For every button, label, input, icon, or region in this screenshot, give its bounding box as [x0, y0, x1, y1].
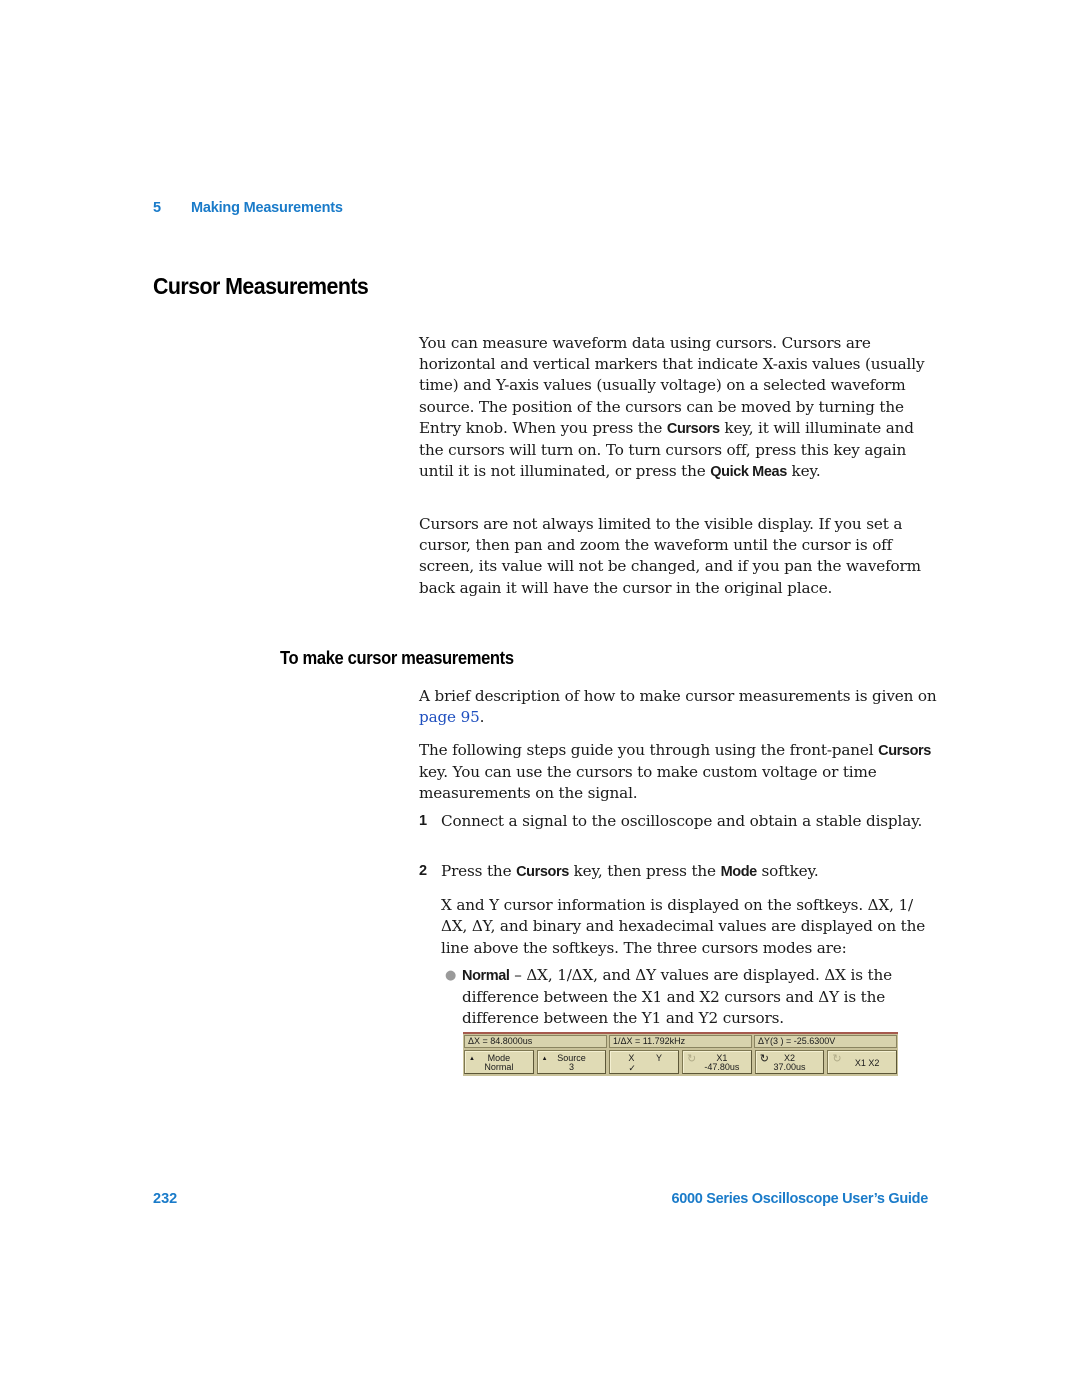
chapter-number: 5	[153, 200, 161, 216]
chapter-title: Making Measurements	[191, 200, 343, 216]
delta-y-readout: ΔY(3 ) = -25.6300V	[754, 1035, 897, 1048]
step-2: 2 Press the Cursors key, then press the …	[419, 861, 929, 959]
cursors-key-label: Cursors	[516, 864, 569, 880]
step-detail: X and Y cursor information is displayed …	[441, 896, 926, 957]
subsection-paragraph-1: A brief description of how to make curso…	[419, 687, 937, 727]
quick-meas-key-label: Quick Meas	[710, 464, 787, 481]
checkmark-icon: ✓	[628, 1063, 636, 1073]
section-title: Cursor Measurements	[153, 273, 369, 299]
scope-softkey-display: ΔX = 84.8000us 1/ΔX = 11.792kHz ΔY(3 ) =…	[463, 1032, 898, 1076]
step-number: 2	[419, 863, 427, 879]
cursor-readout-line: ΔX = 84.8000us 1/ΔX = 11.792kHz ΔY(3 ) =…	[464, 1035, 897, 1048]
y-option: Y	[656, 1053, 663, 1063]
subsection-paragraph-2: CursorsThe following steps guide you thr…	[419, 741, 931, 803]
bullet-label: Normal	[462, 968, 510, 984]
step-1: 1 Connect a signal to the oscilloscope a…	[419, 811, 929, 832]
mode-softkey-label: Mode	[720, 864, 758, 880]
delta-x-readout: ΔX = 84.8000us	[464, 1035, 607, 1048]
x1-x2-cursor-softkey[interactable]: ↻ X1 X2	[827, 1050, 898, 1074]
x1-cursor-softkey[interactable]: ↻ X1 -47.80us	[682, 1050, 752, 1074]
bullet-normal-mode: ● Normal – ΔX, 1/ΔX, and ΔY values are d…	[445, 966, 892, 1028]
cursors-key-label-inline: Cursors	[878, 743, 931, 759]
subsection-title: To make cursor measurements	[280, 648, 514, 668]
x-option: X	[628, 1053, 635, 1063]
x2-cursor-softkey[interactable]: ↻ X2 37.00us	[754, 1050, 825, 1074]
inverse-delta-x-readout: 1/ΔX = 11.792kHz	[609, 1035, 752, 1048]
intro-paragraph-1: You can measure waveform data using curs…	[419, 334, 925, 481]
intro-paragraph-2: Cursors are not always limited to the vi…	[419, 515, 921, 597]
step-text: Connect a signal to the oscilloscope and…	[441, 812, 923, 830]
step-number: 1	[419, 813, 427, 829]
bullet-icon: ●	[445, 968, 457, 983]
page-95-link[interactable]: page 95	[419, 708, 480, 726]
mode-softkey[interactable]: ▲ Mode Normal	[464, 1050, 534, 1074]
cursors-key-label: Cursors	[666, 420, 720, 437]
page-number: 232	[153, 1191, 178, 1207]
chapter-header: 5 Making Measurements	[153, 200, 343, 216]
softkey-row: ▲ Mode Normal ▲ Source 3 X Y ✓ ↻ X1 -47.…	[464, 1050, 898, 1074]
source-softkey[interactable]: ▲ Source 3	[536, 1050, 607, 1074]
xy-select-softkey[interactable]: X Y ✓	[609, 1050, 680, 1074]
guide-title: 6000 Series Oscilloscope User’s Guide	[671, 1191, 929, 1207]
step-text: Press the Cursors key, then press the Mo…	[441, 862, 819, 880]
